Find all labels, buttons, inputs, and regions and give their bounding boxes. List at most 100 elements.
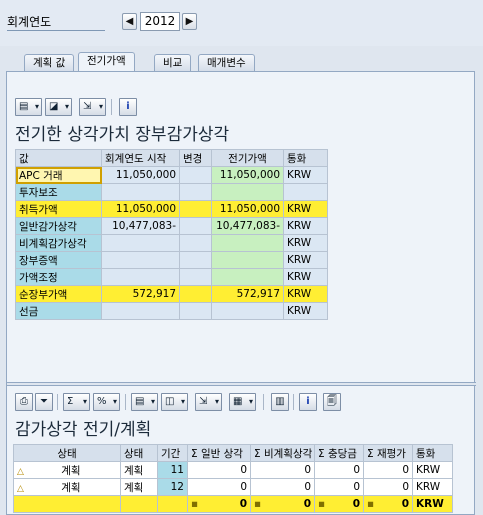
change-value (179, 234, 212, 252)
row-label[interactable]: 장부증액 (15, 251, 102, 269)
status-text: 계획 (61, 464, 81, 477)
main-panel: ▤ ◪ ⇲ i 전기한 상각가치 장부감가상각 값 회계연도 시작 변경 전기가… (6, 71, 476, 515)
currency (283, 183, 328, 201)
tab-comparison[interactable]: 비교 (154, 54, 192, 72)
currency: KRW (283, 285, 328, 303)
currency: KRW (283, 217, 328, 235)
tab-posted-values[interactable]: 전기가액 (78, 52, 135, 72)
column-header[interactable]: Σ 충당금 (314, 444, 364, 462)
row-label[interactable]: 일반감가상각 (15, 217, 102, 235)
upper-toolbar: ▤ ◪ ⇲ i (15, 98, 175, 116)
table-row[interactable]: 선금 KRW (15, 302, 328, 320)
start-value (101, 234, 180, 252)
sum-marker: ▪ (367, 498, 375, 510)
status2-cell: 계획 (120, 478, 158, 496)
status-text: 계획 (61, 481, 81, 494)
table-row[interactable]: 비계획감가상각 KRW (15, 234, 328, 252)
chart-icon[interactable]: ▥ (271, 393, 289, 411)
detail-icon[interactable]: ⎙ (15, 393, 33, 411)
fiscal-year-label: 회계연도 (7, 13, 105, 31)
table-row[interactable]: 투자보조 (15, 183, 328, 201)
row-label[interactable]: 순장부가액 (15, 285, 102, 303)
start-value (101, 268, 180, 286)
column-header[interactable]: Σ 재평가 (363, 444, 413, 462)
export-icon[interactable]: ⇲ (195, 393, 222, 411)
column-header[interactable]: Σ 비계획상각 (250, 444, 315, 462)
period-cell[interactable]: 12 (157, 478, 188, 496)
tab-strip: 계획 값 전기가액 비교 매개변수 (0, 50, 483, 72)
start-value: 10,477,083- (101, 217, 180, 235)
row-label[interactable]: 가액조정 (15, 268, 102, 286)
total-reserve: 0 (352, 498, 360, 510)
view-icon[interactable]: ◫ (161, 393, 188, 411)
column-header[interactable]: Σ 일반 상각 (187, 444, 251, 462)
filter-icon[interactable]: ⏷ (35, 393, 53, 411)
table-row[interactable]: APC 거래 11,050,000 11,050,000 KRW (15, 166, 328, 184)
period-cell[interactable]: 11 (157, 461, 188, 479)
layout-icon[interactable]: ▦ (229, 393, 256, 411)
column-header[interactable]: 변경 (179, 149, 212, 167)
panel-splitter[interactable] (7, 382, 476, 386)
column-header[interactable]: 상태 (120, 444, 158, 462)
total-row: ▪ 0 ▪ 0 ▪ 0 ▪ 0 KRW (13, 495, 453, 513)
table-row[interactable]: 가액조정 KRW (15, 268, 328, 286)
currency: KRW (283, 251, 328, 269)
column-header[interactable]: 회계연도 시작 (101, 149, 180, 167)
posted-value (211, 268, 284, 286)
posted-values-table: 값 회계연도 시작 변경 전기가액 통화 APC 거래 11,050,000 1… (15, 149, 328, 320)
table-row[interactable]: 순장부가액 572,917 572,917 KRW (15, 285, 328, 303)
change-value (179, 217, 212, 235)
revaluation-cell: 0 (363, 478, 413, 496)
lower-toolbar: ⎙ ⏷ Σ % ▤ ◫ ⇲ ▦ ▥ i 🗐 (15, 393, 375, 411)
total-ordinary-cell: ▪ 0 (187, 495, 251, 513)
column-header[interactable]: 상태 (13, 444, 121, 462)
row-label[interactable]: 비계획감가상각 (15, 234, 102, 252)
sum-icon[interactable]: Σ (63, 393, 90, 411)
tab-parameters[interactable]: 매개변수 (198, 54, 255, 72)
row-label[interactable]: 취득가액 (15, 200, 102, 218)
row-label[interactable]: APC 거래 (15, 166, 102, 184)
next-year-button[interactable]: ▶ (182, 13, 197, 30)
subtotal-icon[interactable]: % (93, 393, 120, 411)
info-icon[interactable]: i (299, 393, 317, 411)
column-header[interactable]: 값 (15, 149, 102, 167)
table-row[interactable]: 일반감가상각 10,477,083- 10,477,083- KRW (15, 217, 328, 235)
column-header[interactable]: 통화 (283, 149, 328, 167)
tab-plan-values[interactable]: 계획 값 (24, 54, 75, 72)
start-value (101, 183, 180, 201)
lower-section-title: 감가상각 전기/계획 (15, 420, 152, 440)
row-label[interactable]: 선금 (15, 302, 102, 320)
posted-value: 11,050,000 (211, 166, 284, 184)
column-header[interactable]: 전기가액 (211, 149, 284, 167)
column-header[interactable]: 통화 (412, 444, 453, 462)
column-header[interactable]: 기간 (157, 444, 188, 462)
print-icon[interactable]: ▤ (131, 393, 158, 411)
start-value: 572,917 (101, 285, 180, 303)
reserve-cell: 0 (314, 461, 364, 479)
fiscal-year-field[interactable]: 2012 (140, 12, 180, 31)
posted-value (211, 251, 284, 269)
total-ordinary: 0 (239, 498, 247, 510)
export-icon[interactable]: ⇲ (79, 98, 106, 116)
layout-icon[interactable]: ◪ (45, 98, 72, 116)
currency: KRW (283, 268, 328, 286)
change-value (179, 200, 212, 218)
table-row[interactable]: △ 계획 계획 12 0 0 0 0 KRW (13, 478, 453, 496)
table-row[interactable]: △ 계획 계획 11 0 0 0 0 KRW (13, 461, 453, 479)
currency-cell: KRW (412, 478, 453, 496)
start-value: 11,050,000 (101, 200, 180, 218)
unplanned-dep-cell: 0 (250, 461, 315, 479)
table-row[interactable]: 취득가액 11,050,000 11,050,000 KRW (15, 200, 328, 218)
revaluation-cell: 0 (363, 461, 413, 479)
row-label[interactable]: 투자보조 (15, 183, 102, 201)
status-cell: △ 계획 (13, 461, 121, 479)
total-currency: KRW (412, 495, 453, 513)
sum-marker: ▪ (254, 498, 262, 510)
print-icon[interactable]: ▤ (15, 98, 42, 116)
prev-year-button[interactable]: ◀ (122, 13, 137, 30)
table-row[interactable]: 장부증액 KRW (15, 251, 328, 269)
ordinary-dep-cell: 0 (187, 461, 251, 479)
start-value: 11,050,000 (101, 166, 180, 184)
info-icon[interactable]: i (119, 98, 137, 116)
documents-icon[interactable]: 🗐 (323, 393, 341, 411)
